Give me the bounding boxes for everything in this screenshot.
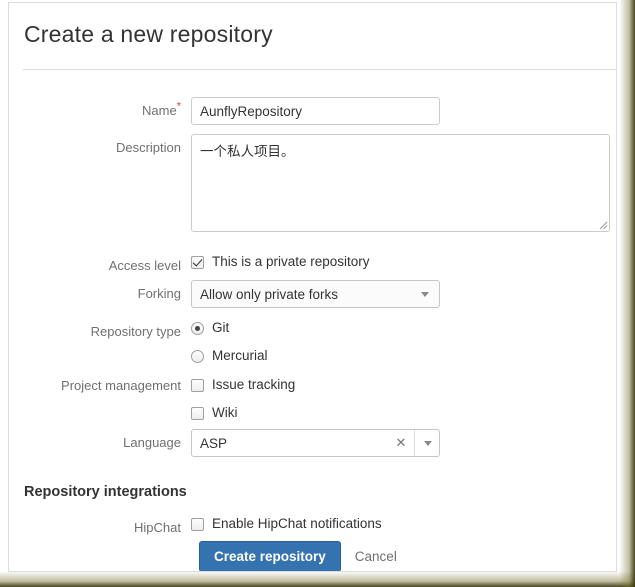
repository-type-option-git[interactable]: Git: [191, 318, 268, 338]
forking-select[interactable]: Allow only private forks: [191, 280, 440, 308]
project-management-label: Project management: [61, 378, 181, 393]
git-radio-label: Git: [212, 320, 230, 335]
mercurial-radio-label: Mercurial: [212, 348, 268, 363]
screenshot-frame: Create a new repository Name* Descriptio…: [0, 0, 635, 587]
close-icon[interactable]: ✕: [394, 436, 408, 450]
name-label-text: Name: [142, 103, 177, 118]
repository-type-option-mercurial[interactable]: Mercurial: [191, 346, 268, 366]
access-level-label: Access level: [108, 258, 181, 273]
git-radio[interactable]: [191, 322, 204, 335]
field-row-language: Language ASP ✕: [29, 429, 440, 457]
private-repository-checkbox[interactable]: [191, 256, 204, 269]
chevron-down-icon: [421, 292, 429, 297]
wiki-label: Wiki: [212, 405, 238, 420]
description-control: 一个私人项目。: [191, 134, 610, 232]
hipchat-label: HipChat: [134, 520, 181, 535]
private-repository-option[interactable]: This is a private repository: [191, 252, 370, 272]
repository-integrations-heading: Repository integrations: [24, 484, 187, 500]
issue-tracking-label: Issue tracking: [212, 377, 296, 392]
form-actions: Create repository Cancel: [199, 541, 397, 571]
repository-type-options: Git Mercurial: [191, 318, 268, 366]
repository-description-textarea[interactable]: 一个私人项目。: [191, 134, 610, 232]
language-label: Language: [123, 435, 181, 450]
required-asterisk-icon: *: [176, 100, 181, 113]
header-divider: [23, 69, 616, 70]
field-row-description: Description 一个私人项目。: [29, 134, 610, 232]
project-management-option-wiki[interactable]: Wiki: [191, 403, 295, 423]
project-management-option-issue-tracking[interactable]: Issue tracking: [191, 375, 295, 395]
description-label: Description: [115, 140, 181, 155]
name-label: Name*: [29, 97, 191, 119]
repository-name-input[interactable]: [191, 97, 440, 125]
field-row-repository-type: Repository type Git Mercurial: [29, 318, 268, 366]
chevron-down-icon: [424, 441, 432, 446]
project-management-options: Issue tracking Wiki: [191, 375, 295, 423]
field-row-name: Name*: [29, 97, 440, 125]
create-repository-button[interactable]: Create repository: [199, 541, 341, 571]
language-dropdown-arrow-zone[interactable]: [414, 430, 439, 456]
create-repository-card: Create a new repository Name* Descriptio…: [8, 2, 617, 572]
private-repository-checkbox-label: This is a private repository: [212, 254, 370, 269]
field-row-forking: Forking Allow only private forks: [29, 280, 440, 308]
language-select[interactable]: ASP ✕: [191, 429, 440, 457]
page-title: Create a new repository: [24, 21, 273, 47]
field-row-hipchat: HipChat Enable HipChat notifications: [29, 514, 382, 536]
language-control: ASP ✕: [191, 429, 440, 457]
forking-selected-value: Allow only private forks: [200, 286, 339, 302]
name-control: [191, 97, 440, 125]
field-row-project-management: Project management Issue tracking Wiki: [29, 375, 295, 423]
wiki-checkbox[interactable]: [191, 407, 204, 420]
forking-control: Allow only private forks: [191, 280, 440, 308]
field-row-access-level: Access level This is a private repositor…: [29, 252, 370, 274]
forking-label: Forking: [137, 286, 181, 301]
mercurial-radio[interactable]: [191, 350, 204, 363]
language-selected-value: ASP: [200, 435, 228, 451]
hipchat-checkbox[interactable]: [191, 518, 204, 531]
hipchat-option[interactable]: Enable HipChat notifications: [191, 514, 382, 534]
hipchat-checkbox-label: Enable HipChat notifications: [212, 516, 382, 531]
issue-tracking-checkbox[interactable]: [191, 379, 204, 392]
cancel-link[interactable]: Cancel: [355, 541, 397, 571]
repository-type-label: Repository type: [90, 324, 181, 339]
